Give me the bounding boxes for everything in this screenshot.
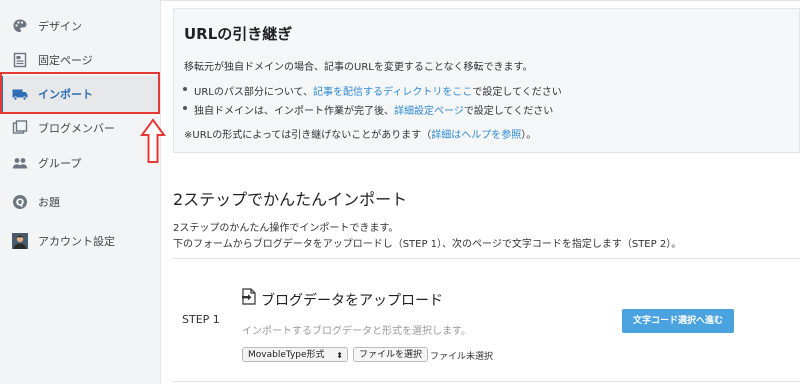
list-item-text: 独自ドメインは、インポート作業が完了後、 xyxy=(194,106,394,117)
palette-icon xyxy=(13,19,27,32)
step-title: ブログデータをアップロード xyxy=(261,293,443,309)
list-item: 独自ドメインは、インポート作業が完了後、詳細設定ページで設定してください xyxy=(182,102,554,117)
panel-description: 移転元が独自ドメインの場合、記事のURLを変更することなく移転できます。 xyxy=(184,62,533,73)
list-item-text: で設定してください xyxy=(472,87,562,98)
divider xyxy=(173,258,800,259)
sidebar-item-topics[interactable]: Q お題 xyxy=(0,184,160,220)
sidebar-item-label: アカウント設定 xyxy=(38,235,115,248)
step-description: インポートするブログデータと形式を選択します。 xyxy=(242,326,471,337)
list-item-text: URLのパス部分について、 xyxy=(194,87,314,98)
sidebar-item-label: グループ xyxy=(38,157,82,170)
sidebar-item-account-settings[interactable]: アカウント設定 xyxy=(0,223,160,259)
url-inheritance-panel: URLの引き継ぎ 移転元が独自ドメインの場合、記事のURLを変更することなく移転… xyxy=(173,8,800,153)
avatar xyxy=(12,233,28,249)
file-status: ファイル未選択 xyxy=(430,352,494,362)
divider xyxy=(173,381,800,382)
sidebar-item-label: お題 xyxy=(38,196,60,209)
divider xyxy=(160,0,800,1)
sidebar-item-label: デザイン xyxy=(38,20,82,33)
panel-title: URLの引き継ぎ xyxy=(184,25,293,43)
list-item-text: で設定してください xyxy=(463,106,554,117)
section-text: 2ステップのかんたん操作でインポートできます。 xyxy=(173,223,399,234)
question-icon: Q xyxy=(13,195,27,209)
format-select[interactable]: MovableType形式 ⬍ xyxy=(242,347,348,362)
sidebar-item-blog-members[interactable]: ブログメンバー xyxy=(0,110,160,146)
note-text: ※URLの形式によっては引き継げないことがあります（詳細はヘルプを参照）。 xyxy=(184,126,536,141)
choose-file-button[interactable]: ファイルを選択 xyxy=(353,347,429,362)
step-label: STEP 1 xyxy=(182,313,220,326)
help-link[interactable]: 詳細はヘルプを参照 xyxy=(431,130,521,141)
sidebar-item-group[interactable]: グループ xyxy=(0,145,160,181)
select-arrows-icon: ⬍ xyxy=(336,351,343,360)
highlight-box xyxy=(0,72,160,114)
sidebar-item-label: 固定ページ xyxy=(38,54,93,67)
page-icon xyxy=(13,52,27,68)
format-select-value: MovableType形式 xyxy=(248,350,325,360)
section-text: 下のフォームからブログデータをアップロードし（STEP 1）、次のページで文字コ… xyxy=(173,239,682,250)
upload-file-icon xyxy=(242,288,256,305)
members-icon xyxy=(12,120,28,134)
note-text-part: ※URLの形式によっては引き継げないことがあります（ xyxy=(184,130,432,141)
sidebar: デザイン 固定ページ インポート ブログメンバー グループ Q お題 アカウント… xyxy=(0,0,161,384)
note-text-part: ）。 xyxy=(521,130,537,141)
list-item: URLのパス部分について、記事を配信するディレクトリをここで設定してください xyxy=(183,83,562,98)
main-content: URLの引き継ぎ 移転元が独自ドメインの場合、記事のURLを変更することなく移転… xyxy=(160,0,800,384)
directory-settings-link[interactable]: 記事を配信するディレクトリをここ xyxy=(313,87,472,98)
next-step-button[interactable]: 文字コード選択へ進む xyxy=(622,309,734,333)
advanced-settings-link[interactable]: 詳細設定ページ xyxy=(394,106,464,117)
sidebar-item-design[interactable]: デザイン xyxy=(0,8,160,44)
section-title: 2ステップでかんたんインポート xyxy=(173,190,408,209)
svg-text:Q: Q xyxy=(16,198,25,209)
sidebar-item-label: ブログメンバー xyxy=(38,122,115,135)
group-icon xyxy=(12,158,28,169)
